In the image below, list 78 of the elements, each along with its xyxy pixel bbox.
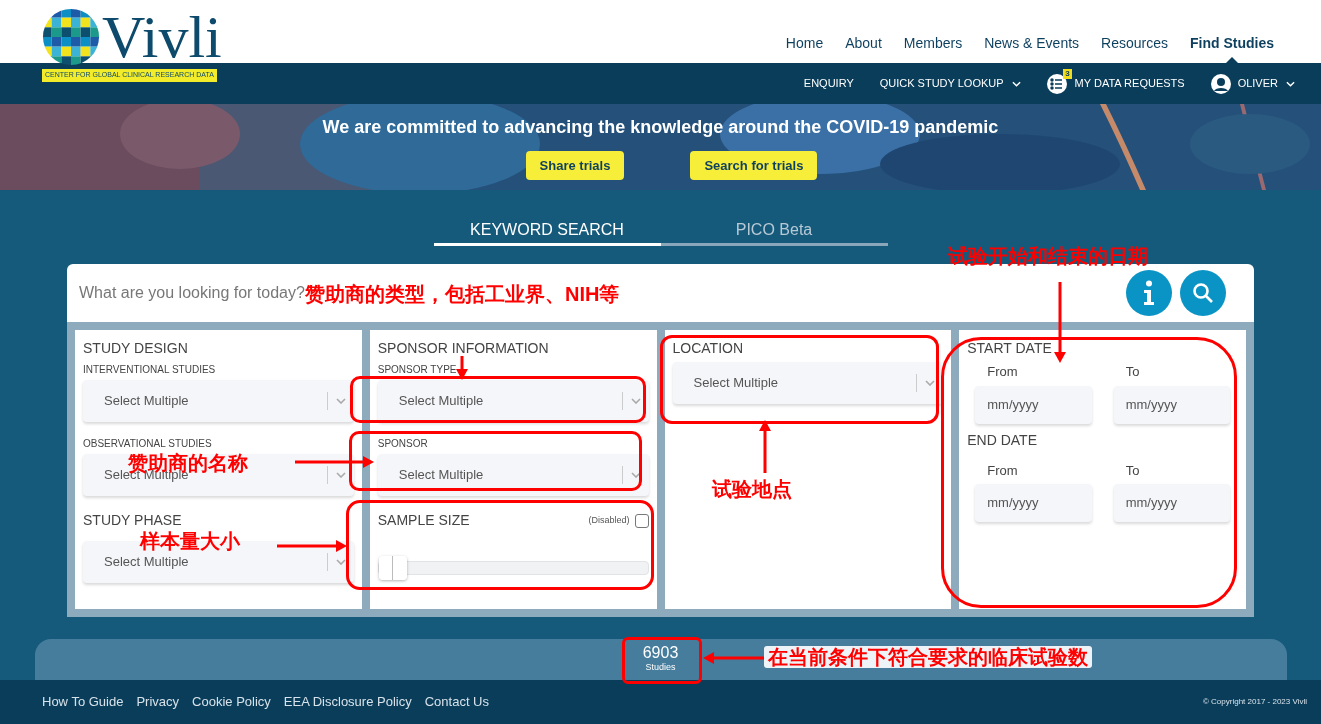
nav-link[interactable]: Home — [785, 33, 824, 54]
field-label: SPONSOR — [377, 437, 428, 451]
banner-title: We are committed to advancing the knowledge around the COVID-19 pandemic — [322, 116, 999, 139]
slider-thumb[interactable] — [378, 556, 407, 580]
results-count: 6903 — [642, 644, 679, 662]
nav-link[interactable]: ENQUIRY — [803, 75, 854, 92]
chevron-icon — [925, 380, 936, 386]
search-tab[interactable]: KEYWORD SEARCH — [433, 216, 661, 246]
nav-link[interactable]: Members — [903, 33, 963, 54]
annotation-text: 赞助商的类型，包括工业界、NIH等 — [305, 284, 620, 304]
arrow — [703, 652, 766, 664]
date-field[interactable]: mm/yyyy — [975, 385, 1092, 424]
logo-wordmark: Vivli — [102, 7, 222, 67]
search-icon — [1192, 282, 1214, 304]
search-tab[interactable]: PICO Beta — [660, 216, 888, 246]
nav-link[interactable]: MY DATA REQUESTS — [1074, 75, 1185, 92]
field-label: SPONSOR TYPE — [377, 363, 457, 377]
nav-link[interactable]: News & Events — [984, 33, 1080, 54]
section-heading: STUDY PHASE — [83, 511, 182, 530]
chevron-icon — [335, 559, 346, 565]
info-button[interactable] — [1126, 270, 1172, 316]
banner-button[interactable]: Search for trials — [690, 151, 818, 180]
user-menu[interactable]: OLIVER — [1237, 75, 1295, 92]
annotation-text: 试验地点 — [712, 479, 792, 499]
chevron-icon — [630, 398, 641, 404]
footer-link[interactable]: Cookie Policy — [192, 692, 271, 712]
panel-title: SPONSOR INFORMATION — [377, 339, 549, 358]
select-field[interactable]: Select Multiple — [377, 380, 649, 422]
panel-title: LOCATION — [672, 339, 744, 358]
date-field[interactable]: mm/yyyy — [975, 484, 1092, 522]
footer-link[interactable]: How To Guide — [42, 692, 124, 712]
panel-title: START DATE — [967, 339, 1052, 358]
select-placeholder: Select Multiple — [693, 374, 780, 393]
date-field[interactable]: mm/yyyy — [1113, 385, 1230, 424]
select-field[interactable]: Select Multiple — [672, 362, 944, 404]
results-unit: Studies — [645, 661, 676, 675]
count-badge: 3 — [1063, 68, 1072, 79]
panel-title: STUDY DESIGN — [83, 339, 188, 358]
field-label: SAMPLE SIZE — [377, 511, 470, 530]
select-placeholder: Select Multiple — [104, 553, 190, 572]
search-button[interactable] — [1180, 270, 1226, 316]
copyright: © Copyright 2017 - 2023 Vivli — [1202, 696, 1307, 708]
select-field[interactable]: Select Multiple — [83, 380, 354, 422]
date-label: To — [1124, 461, 1141, 480]
select-placeholder: Select Multiple — [104, 392, 190, 411]
date-label: From — [986, 363, 1019, 381]
nav-link[interactable]: Resources — [1101, 33, 1168, 54]
chevron-icon — [630, 472, 641, 478]
select-placeholder: Select Multiple — [398, 392, 485, 411]
field-label: OBSERVATIONAL STUDIES — [83, 437, 212, 451]
nav-dropdown[interactable]: QUICK STUDY LOOKUP — [879, 75, 1021, 92]
annotation-text: 在当前条件下符合要求的临床试验数 — [764, 646, 1092, 668]
logo-icon — [42, 8, 100, 66]
arrow — [277, 540, 347, 552]
section-heading: END DATE — [967, 430, 1037, 450]
chevron-icon — [335, 398, 346, 404]
footer-link[interactable]: EEA Disclosure Policy — [283, 692, 412, 712]
date-label: To — [1124, 363, 1141, 381]
toggle-label: (Disabled) — [588, 513, 630, 527]
arrow — [759, 420, 771, 473]
banner-button[interactable]: Share trials — [525, 151, 625, 180]
field-label: INTERVENTIONAL STUDIES — [83, 363, 216, 377]
checkbox[interactable] — [634, 513, 649, 528]
chevron-icon — [1011, 80, 1021, 87]
list-icon[interactable] — [1046, 73, 1067, 94]
annotation-text: 试验开始和结束的日期 — [948, 246, 1148, 266]
footer-link[interactable]: Privacy — [136, 692, 180, 712]
select-field[interactable]: Select Multiple — [377, 454, 649, 496]
select-placeholder: Select Multiple — [398, 466, 485, 485]
nav-link[interactable]: About — [845, 33, 882, 54]
arrow — [456, 356, 468, 380]
date-label: From — [986, 461, 1019, 480]
footer-link[interactable]: Contact Us — [424, 692, 489, 712]
info-icon — [1143, 280, 1155, 306]
date-field[interactable]: mm/yyyy — [1113, 484, 1230, 522]
chevron-icon — [1286, 80, 1295, 87]
avatar-icon[interactable] — [1210, 73, 1231, 94]
chevron-icon — [335, 472, 346, 478]
